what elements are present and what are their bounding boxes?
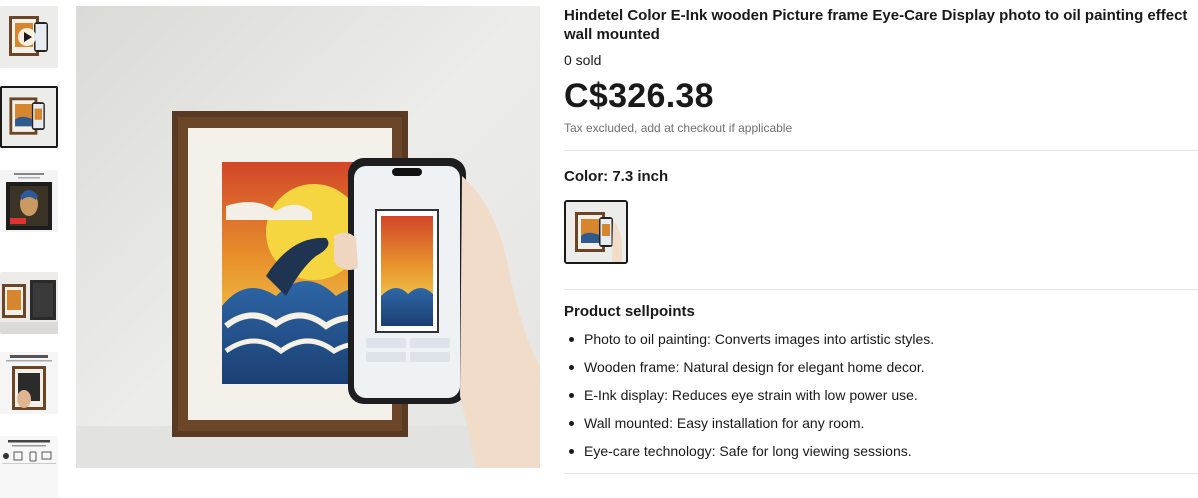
swatch-image: [566, 202, 626, 262]
video-thumbnail-image: [0, 6, 58, 68]
tax-note: Tax excluded, add at checkout if applica…: [564, 121, 793, 135]
product-price: C$326.38: [564, 77, 714, 115]
sold-count: 0 sold: [564, 52, 602, 68]
sellpoint-item: Photo to oil painting: Converts images i…: [564, 330, 1198, 358]
main-product-image[interactable]: [76, 6, 540, 468]
sellpoint-item: Wall mounted: Easy installation for any …: [564, 414, 1198, 442]
sellpoints-title: Product sellpoints: [564, 303, 695, 320]
frames-side-thumbnail-image: [0, 272, 58, 334]
frame-usage-thumbnail-image: [0, 352, 58, 414]
color-swatch-7-3-inch[interactable]: [564, 200, 628, 264]
sellpoint-item: E-Ink display: Reduces eye strain with l…: [564, 386, 1198, 414]
product-info-panel: Hindetel Color E-Ink wooden Picture fram…: [564, 6, 1198, 474]
thumbnail-frame-phone[interactable]: [0, 86, 58, 148]
thumbnail-video[interactable]: [0, 6, 58, 68]
divider: [564, 150, 1198, 151]
product-title: Hindetel Color E-Ink wooden Picture fram…: [564, 7, 1188, 43]
sellpoints-list: Photo to oil painting: Converts images i…: [564, 330, 1198, 470]
pearl-earring-thumbnail-image: [0, 170, 58, 232]
divider: [564, 289, 1198, 290]
thumbnail-pearl-earring[interactable]: [0, 170, 58, 232]
thumbnail-frames-side[interactable]: [0, 272, 58, 334]
sellpoint-item: Wooden frame: Natural design for elegant…: [564, 358, 1198, 386]
thumbnail-frame-usage[interactable]: [0, 352, 58, 414]
divider: [564, 473, 1198, 474]
color-variant-label: Color: 7.3 inch: [564, 168, 669, 185]
sellpoint-item: Eye-care technology: Safe for long viewi…: [564, 442, 1198, 470]
features-thumbnail-image: [0, 436, 58, 498]
frame-with-phone-image: [76, 6, 540, 468]
thumbnail-rail: [0, 6, 60, 498]
frame-phone-thumbnail-image: [2, 88, 56, 146]
thumbnail-features[interactable]: [0, 436, 58, 498]
